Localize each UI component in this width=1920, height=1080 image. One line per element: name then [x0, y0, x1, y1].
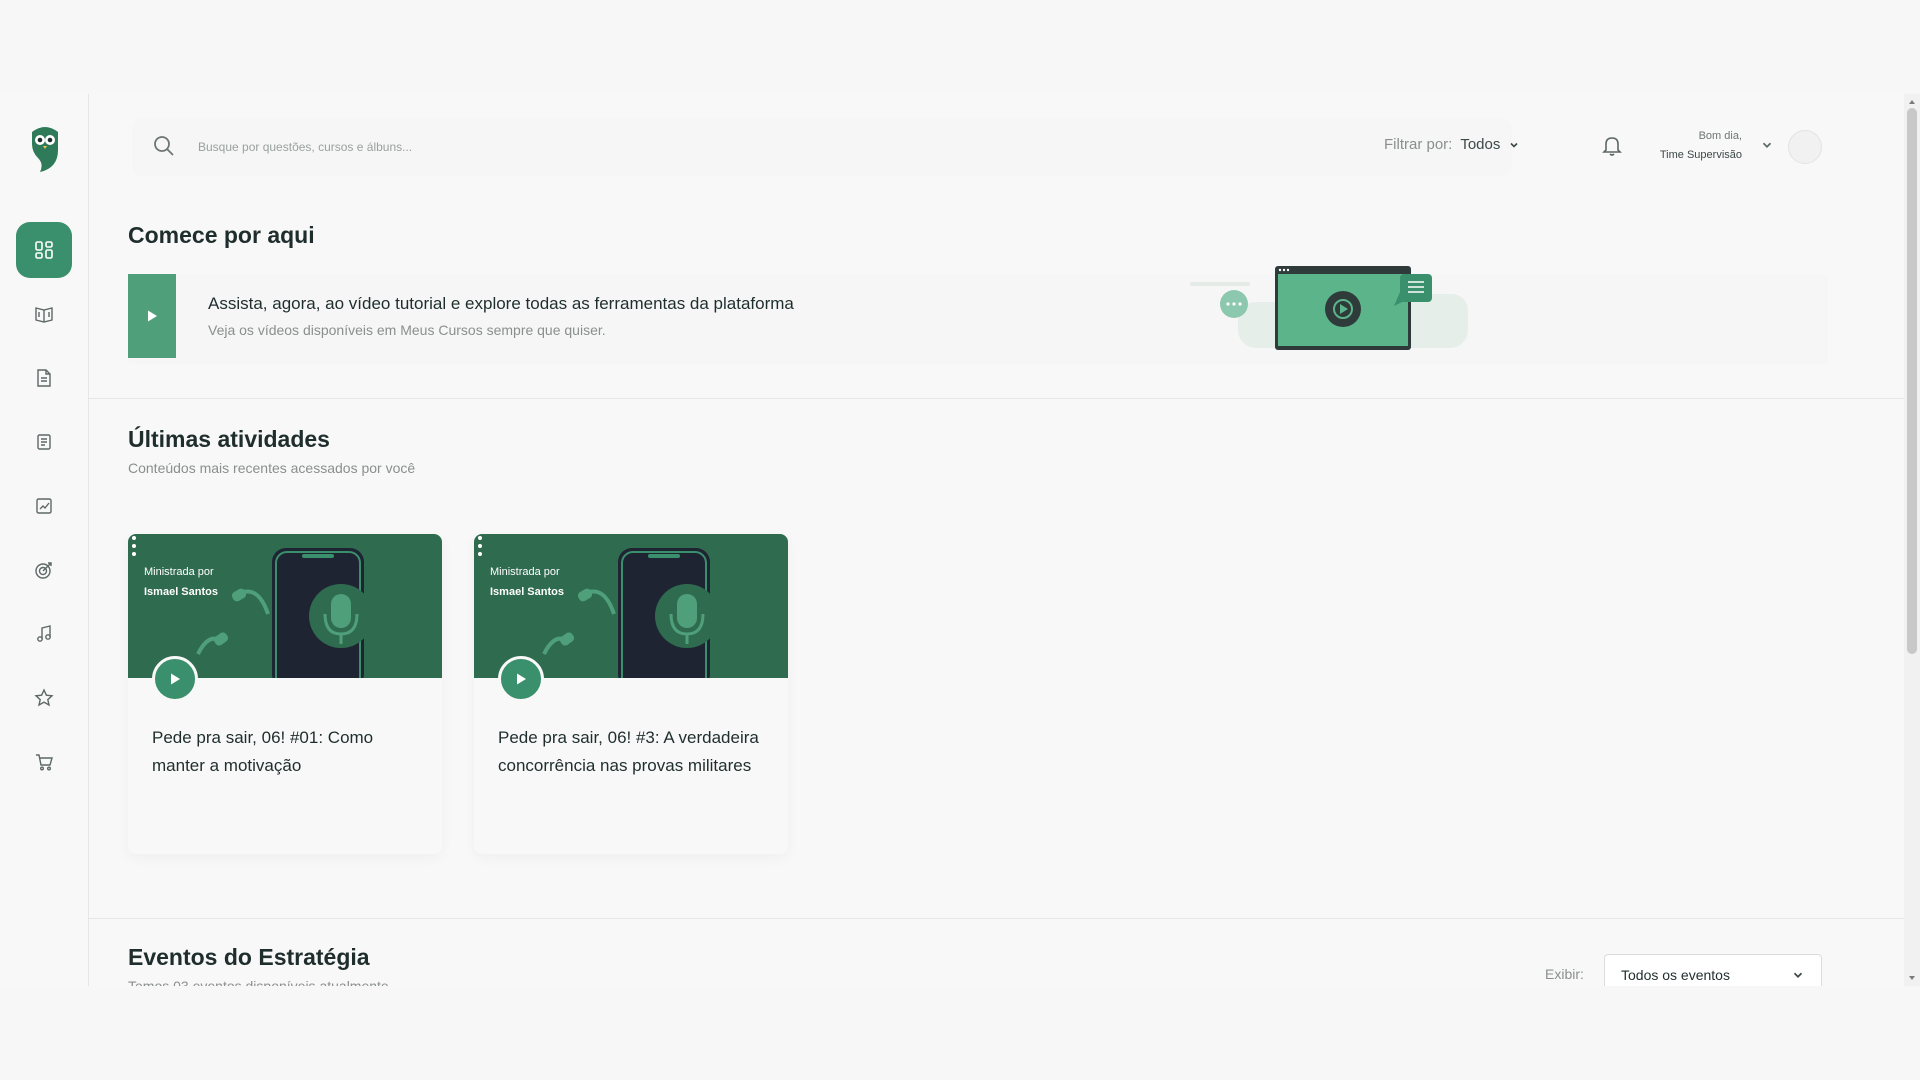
app-frame: Filtrar por: Todos Bom dia, Time Supervi… [0, 94, 1920, 986]
greeting-text: Bom dia, [1698, 130, 1742, 142]
book-icon [35, 307, 53, 323]
sidebar-item-courses[interactable] [16, 286, 72, 342]
start-section-title: Comece por aqui [128, 222, 315, 248]
author-name: Ismael Santos [490, 586, 564, 598]
tutorial-play-button[interactable] [128, 274, 176, 358]
sidebar-item-notes[interactable] [16, 414, 72, 470]
scroll-down-arrow-icon[interactable] [1908, 974, 1916, 982]
tutorial-title[interactable]: Assista, agora, ao vídeo tutorial e expl… [208, 294, 794, 314]
filter-value: Todos [1460, 136, 1501, 153]
sidebar-item-documents[interactable] [16, 350, 72, 406]
play-icon [148, 310, 157, 322]
events-section-title: Eventos do Estratégia [128, 944, 370, 970]
star-icon [34, 688, 54, 707]
filter-dropdown[interactable]: Filtrar por: Todos [1384, 136, 1520, 153]
user-greeting[interactable]: Bom dia, Time Supervisão [1642, 127, 1742, 165]
user-menu-chevron-icon[interactable] [1760, 138, 1774, 152]
card-author: Ministrada por Ismael Santos [490, 562, 564, 602]
notes-icon [37, 434, 51, 450]
card-author: Ministrada por Ismael Santos [144, 562, 218, 602]
events-filter-value: Todos os eventos [1621, 967, 1730, 983]
tutorial-subtitle: Veja os vídeos disponíveis em Meus Curso… [208, 322, 606, 338]
card-title[interactable]: Pede pra sair, 06! #01: Como manter a mo… [152, 724, 422, 780]
chevron-down-icon [1793, 972, 1803, 978]
owl-logo-icon[interactable] [28, 124, 62, 174]
sidebar-item-performance[interactable] [16, 478, 72, 534]
author-name: Ismael Santos [144, 586, 218, 598]
chart-icon [36, 498, 52, 514]
search-input[interactable] [196, 131, 800, 163]
recent-section-subtitle: Conteúdos mais recentes acessados por vo… [128, 460, 416, 476]
sidebar [0, 94, 89, 986]
author-prefix: Ministrada por [144, 566, 214, 578]
sidebar-item-goals[interactable] [16, 542, 72, 598]
cart-icon [36, 754, 53, 771]
bell-icon[interactable] [1600, 134, 1624, 158]
card-title[interactable]: Pede pra sair, 06! #3: A verdadeira conc… [498, 724, 768, 780]
user-name: Time Supervisão [1659, 149, 1742, 161]
filter-label: Filtrar por: [1384, 136, 1453, 153]
more-vertical-icon[interactable] [128, 534, 140, 558]
section-divider [88, 398, 1904, 399]
section-divider [88, 918, 1904, 919]
page-scrollbar[interactable] [1904, 94, 1920, 986]
play-icon [517, 673, 526, 685]
card-play-button[interactable] [498, 656, 544, 702]
author-prefix: Ministrada por [490, 566, 560, 578]
document-icon [37, 369, 51, 387]
search-icon[interactable] [152, 134, 176, 158]
recent-section-title: Últimas atividades [128, 426, 330, 452]
target-icon [35, 562, 52, 579]
more-vertical-icon[interactable] [474, 534, 486, 558]
activity-card[interactable]: Ministrada por Ismael Santos Pede pra sa… [474, 534, 788, 854]
avatar[interactable] [1788, 130, 1822, 164]
sidebar-item-dashboard[interactable] [16, 222, 72, 278]
events-filter-select[interactable]: Todos os eventos [1604, 954, 1822, 986]
sidebar-item-store[interactable] [16, 734, 72, 790]
events-section-subtitle: Temos 03 eventos disponíveis atualmente [128, 978, 389, 986]
dashboard-icon [35, 241, 53, 259]
sidebar-item-favorites[interactable] [16, 670, 72, 726]
chevron-down-icon [1510, 142, 1518, 148]
activity-card[interactable]: Ministrada por Ismael Santos Pede pra sa… [128, 534, 442, 854]
card-play-button[interactable] [152, 656, 198, 702]
scrollbar-thumb[interactable] [1907, 108, 1917, 654]
video-tutorial-illustration [1190, 266, 1468, 350]
sidebar-item-music[interactable] [16, 606, 72, 662]
play-icon [171, 673, 180, 685]
events-filter-label: Exibir: [1545, 966, 1584, 982]
tutorial-banner [128, 274, 1828, 364]
music-icon [37, 625, 51, 642]
scroll-up-arrow-icon[interactable] [1908, 98, 1916, 106]
